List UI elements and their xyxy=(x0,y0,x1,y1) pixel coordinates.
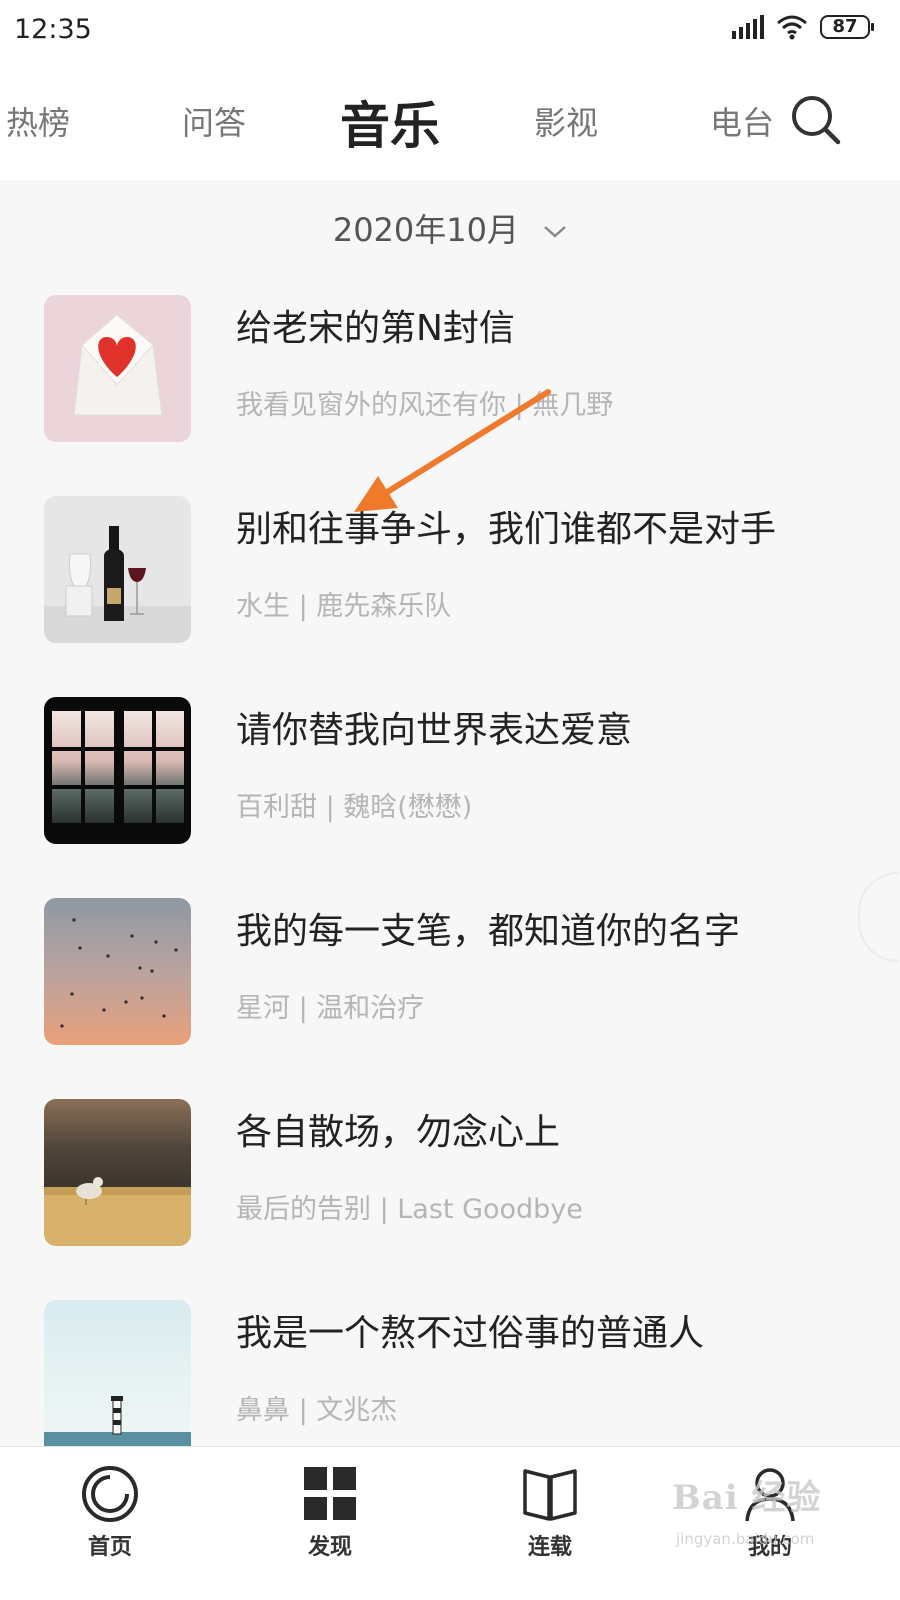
song-list-item[interactable]: 各自散场，勿念心上 最后的告别 | Last Goodbye xyxy=(0,1099,900,1299)
song-subtitle: 我看见窗外的风还有你 | 無几野 xyxy=(236,390,614,421)
song-cover-bird-sand xyxy=(44,1099,191,1246)
song-cover-lighthouse xyxy=(44,1300,191,1446)
wifi-icon xyxy=(777,15,807,40)
song-subtitle: 最后的告别 | Last Goodbye xyxy=(236,1194,583,1225)
tab-music[interactable]: 音乐 xyxy=(340,86,440,158)
song-subtitle: 百利甜 | 魏晗(懋懋) xyxy=(236,792,473,823)
song-title: 别和往事争斗，我们谁都不是对手 xyxy=(236,509,777,550)
status-bar: 12:35 87 xyxy=(0,0,900,62)
song-cover-wine xyxy=(44,496,191,643)
status-icons: 87 xyxy=(732,14,874,40)
song-list-item[interactable]: 我的每一支笔，都知道你的名字 星河 | 温和治疗 xyxy=(0,898,900,1098)
song-list-item[interactable]: 别和往事争斗，我们谁都不是对手 水生 | 鹿先森乐队 xyxy=(0,496,900,696)
song-title: 给老宋的第N封信 xyxy=(236,308,515,349)
tab-hot[interactable]: 热榜 xyxy=(6,98,70,144)
top-tab-bar: 热榜 问答 音乐 影视 电台 xyxy=(0,62,900,180)
signal-icon xyxy=(732,15,764,39)
search-icon[interactable] xyxy=(790,94,842,146)
song-subtitle: 水生 | 鹿先森乐队 xyxy=(236,591,452,622)
song-list-item[interactable]: 请你替我向世界表达爱意 百利甜 | 魏晗(懋懋) xyxy=(0,697,900,897)
nav-serial-label: 连载 xyxy=(527,1535,572,1560)
baidu-watermark: Bai 经验 xyxy=(672,1478,822,1518)
song-list-item[interactable]: 给老宋的第N封信 我看见窗外的风还有你 | 無几野 xyxy=(0,295,900,495)
song-title: 请你替我向世界表达爱意 xyxy=(236,710,633,751)
book-icon xyxy=(523,1469,577,1521)
nav-discover[interactable]: 发现 xyxy=(270,1465,390,1561)
song-title: 各自散场，勿念心上 xyxy=(236,1112,561,1153)
song-title: 我的每一支笔，都知道你的名字 xyxy=(236,911,741,952)
month-selector[interactable]: 2020年10月 xyxy=(0,205,900,251)
song-cover-window xyxy=(44,697,191,844)
home-ring-icon xyxy=(82,1466,138,1522)
baidu-watermark-url: jingyan.baidu.com xyxy=(676,1530,815,1548)
grid-icon xyxy=(304,1467,356,1520)
nav-home-label: 首页 xyxy=(87,1535,132,1560)
song-subtitle: 星河 | 温和治疗 xyxy=(236,993,425,1024)
tab-video[interactable]: 影视 xyxy=(534,98,598,144)
song-cover-envelope xyxy=(44,295,191,442)
nav-discover-label: 发现 xyxy=(307,1535,352,1560)
month-value: 2020年10月 xyxy=(332,211,519,249)
battery-icon: 87 xyxy=(820,15,874,39)
tab-qa[interactable]: 问答 xyxy=(182,98,246,144)
chevron-down-icon xyxy=(544,226,567,238)
status-time: 12:35 xyxy=(14,14,92,45)
song-subtitle: 鼻鼻 | 文兆杰 xyxy=(236,1395,398,1426)
song-cover-birds xyxy=(44,898,191,1045)
nav-serial[interactable]: 连载 xyxy=(490,1465,610,1561)
nav-home[interactable]: 首页 xyxy=(50,1465,170,1561)
tab-radio[interactable]: 电台 xyxy=(710,98,774,144)
song-title: 我是一个熬不过俗事的普通人 xyxy=(236,1313,705,1354)
